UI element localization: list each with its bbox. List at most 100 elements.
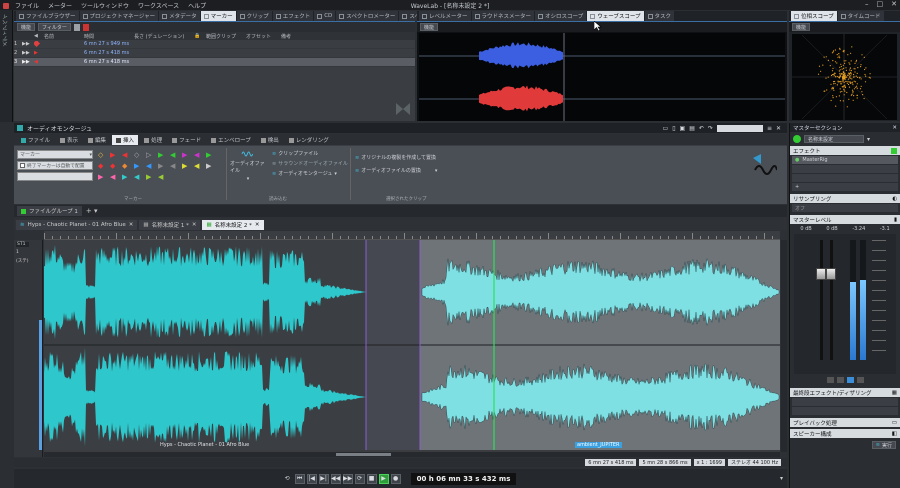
maximize-icon[interactable]: □: [877, 0, 884, 8]
preset-button[interactable]: 名称未設定: [804, 135, 864, 143]
tab-spectrometer[interactable]: スペクトロメーター: [336, 11, 399, 21]
rewind-button[interactable]: ◀◀: [330, 473, 341, 484]
marker-time[interactable]: 6 mn 27 s 949 ms: [84, 41, 144, 47]
dim-icon[interactable]: [846, 377, 854, 383]
chevron-down-icon[interactable]: ▾: [867, 136, 870, 143]
table-row[interactable]: 3 ▶▶ ◀ 6 mn 27 s 418 ms: [14, 58, 415, 67]
time-ruler[interactable]: [44, 231, 780, 240]
marker-start-icon[interactable]: ▶: [110, 151, 122, 159]
history-dropdown[interactable]: [716, 124, 763, 132]
status-cursor-time[interactable]: 6 mn 27 s 418 ms: [585, 459, 637, 466]
final-effects-header[interactable]: 最終段エフェクト/ディザリング ▦: [790, 388, 900, 397]
vertical-scrollbar[interactable]: [781, 240, 787, 452]
slot-power-icon[interactable]: ●: [795, 157, 799, 163]
tab-clips[interactable]: クリップ: [236, 11, 272, 21]
speaker-config-header[interactable]: スピーカー構成 ◧: [790, 429, 900, 438]
tab-effects[interactable]: エフェクト: [272, 11, 314, 21]
header-range-clip[interactable]: 範囲クリップ: [206, 33, 246, 40]
ribbon-tab-edit[interactable]: 編集: [84, 135, 110, 145]
replace-with-copy[interactable]: ≋ オリジナルの複製を作成して置換: [355, 154, 455, 162]
marker-blue-icon[interactable]: ▶: [134, 162, 146, 170]
marker-time[interactable]: 6 mn 27 s 418 ms: [84, 50, 144, 56]
ribbon-tab-render[interactable]: レンダリング: [285, 135, 333, 145]
stop-button[interactable]: ■: [366, 473, 377, 484]
tab-markers[interactable]: マーカー: [200, 11, 236, 21]
header-notes[interactable]: 備考: [281, 33, 321, 40]
tab-file-2[interactable]: ▦ 名称未設定 1 * ✕: [139, 220, 201, 230]
render-button[interactable]: ≋ 実行: [871, 441, 896, 449]
go-to-start-button[interactable]: ⏮: [294, 473, 305, 484]
marker-yellow-icon[interactable]: ▶: [182, 162, 194, 170]
power-icon[interactable]: [793, 135, 801, 143]
ribbon-tab-fade[interactable]: フェード: [168, 135, 205, 145]
mono-icon[interactable]: [826, 377, 834, 383]
tab-level-meter[interactable]: レベルメーター: [419, 11, 471, 21]
marker-gray-end-icon[interactable]: ◀: [170, 162, 182, 170]
marker-teal-icon[interactable]: ▶: [122, 173, 134, 181]
loop-toggle-icon[interactable]: ⟲: [285, 475, 290, 482]
link-faders-icon[interactable]: [836, 377, 844, 383]
dither-slot-1[interactable]: [792, 398, 898, 406]
add-group-icon[interactable]: + ▾: [86, 207, 98, 215]
function-menu-button[interactable]: 機能: [17, 23, 36, 31]
marker-blue-end-icon[interactable]: ◀: [146, 162, 158, 170]
close-tab-icon[interactable]: ✕: [129, 222, 134, 228]
marker-generic-icon[interactable]: ◇: [98, 151, 110, 159]
tab-file-1[interactable]: ≋ Hyps - Chaotic Planet - 01 Afro Blue ✕: [16, 220, 138, 230]
audio-file-button[interactable]: オーディオファイル ▾: [230, 150, 266, 182]
ribbon-tab-view[interactable]: 表示: [56, 135, 82, 145]
montage-timeline[interactable]: Hyps - Chaotic Planet - 01 Afro Blue amb…: [44, 240, 780, 452]
ribbon-tab-detect[interactable]: 検出: [257, 135, 283, 145]
fast-forward-button[interactable]: ▶▶: [342, 473, 353, 484]
ribbon-tab-envelope[interactable]: エンベロープ: [207, 135, 255, 145]
play-icon[interactable]: ▶▶: [22, 41, 34, 47]
marker-red-start-icon[interactable]: ◆: [110, 162, 122, 170]
ribbon-tab-insert[interactable]: 挿入: [112, 135, 139, 145]
track-select-bar[interactable]: [39, 320, 42, 450]
tab-timecode[interactable]: タイムコード: [837, 11, 884, 21]
marker-teal-end-icon[interactable]: ◀: [134, 173, 146, 181]
marker-red-diamond-icon[interactable]: ◆: [98, 162, 110, 170]
status-format[interactable]: ステレオ 44 100 Hz: [727, 459, 781, 466]
new-file-icon[interactable]: ▯: [672, 125, 675, 132]
end-marker-checkbox[interactable]: 終了マーカーは自動で配置: [17, 161, 93, 170]
tab-file-browser[interactable]: ファイルブラウザー: [16, 11, 79, 21]
close-icon[interactable]: ✕: [891, 0, 897, 8]
import-clip-file[interactable]: ≋ クリップファイル: [272, 150, 352, 158]
status-zoom[interactable]: x 1 : 1699: [693, 459, 725, 466]
close-tab-icon[interactable]: ✕: [192, 222, 197, 228]
marker-combo-2[interactable]: [17, 172, 93, 181]
marker-type-combo[interactable]: マーカー ▾: [17, 150, 93, 159]
mediabay-label[interactable]: メディアベイ: [2, 14, 10, 47]
status-length[interactable]: 5 mn 28 s 866 ms: [639, 459, 691, 466]
effects-power-icon[interactable]: [891, 147, 897, 154]
replace-audio-file[interactable]: ≋ オーディオファイルの置換 ▾: [355, 167, 455, 175]
tab-oscilloscope[interactable]: オシロスコープ: [535, 11, 587, 21]
marker-pink-icon[interactable]: ▶: [98, 173, 110, 181]
tab-file-3[interactable]: ▦ 名称未設定 2 * ✕: [202, 220, 264, 230]
marker-yellow-end-icon[interactable]: ◀: [194, 162, 206, 170]
track-header[interactable]: ST1 1 (ステ): [14, 240, 43, 457]
previous-marker-button[interactable]: |◀: [306, 473, 317, 484]
master-level-header[interactable]: マスターレベル ▮: [790, 215, 900, 224]
save-icon[interactable]: ▣: [680, 125, 686, 132]
effects-header[interactable]: エフェクト: [790, 146, 900, 155]
import-audio-montage[interactable]: ≋ オーディオモンタージュ ▾: [272, 170, 352, 178]
ribbon-tab-process[interactable]: 処理: [140, 135, 166, 145]
marker-pink-end-icon[interactable]: ◀: [110, 173, 122, 181]
menu-icon[interactable]: ≡: [767, 125, 772, 132]
effect-slot-2[interactable]: [792, 165, 898, 173]
redo-icon[interactable]: ↷: [708, 125, 713, 132]
effect-slot-1[interactable]: ● MasterRig: [792, 156, 898, 164]
resampling-header[interactable]: リサンプリング ◐: [790, 194, 900, 203]
marker-region-icon[interactable]: ▶: [158, 151, 170, 159]
tab-phase-scope[interactable]: 位相スコープ: [791, 11, 837, 21]
play-icon[interactable]: ▶▶: [22, 59, 34, 65]
play-icon[interactable]: ▶▶: [22, 50, 34, 56]
dither-slot-2[interactable]: [792, 407, 898, 415]
lock-icon[interactable]: [856, 377, 864, 383]
scope-function-button[interactable]: 機能: [420, 23, 439, 31]
tab-project-manager[interactable]: プロジェクトマネージャー: [79, 11, 159, 21]
tab-wavescope[interactable]: ウェーブスコープ: [587, 11, 644, 21]
marker-gray-icon[interactable]: ▶: [158, 162, 170, 170]
